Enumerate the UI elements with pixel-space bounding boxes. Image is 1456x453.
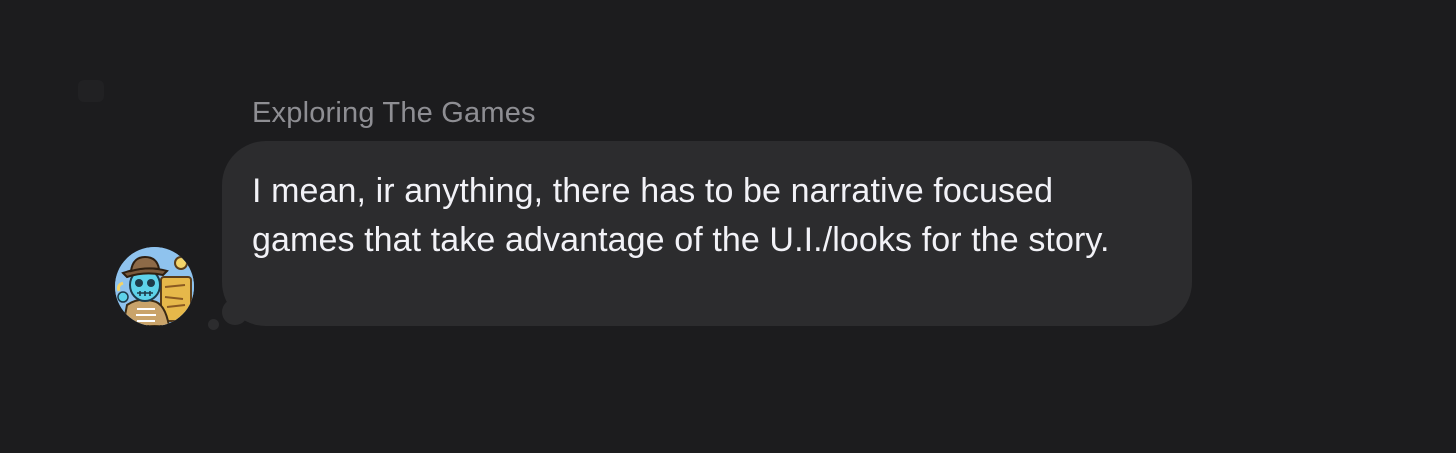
message-bubble[interactable]: I mean, ir anything, there has to be nar… [222, 141, 1192, 326]
conversation-view: Exploring The Games I mean, ir anything,… [0, 0, 1456, 453]
skeleton-explorer-avatar-icon [115, 247, 194, 326]
message-bubble-group: I mean, ir anything, there has to be nar… [200, 141, 1200, 341]
thought-bubble-tail-small [208, 319, 219, 330]
thought-bubble-tail-large [222, 299, 248, 325]
sender-avatar[interactable] [115, 247, 194, 326]
faint-background-mark [78, 80, 104, 102]
message-text: I mean, ir anything, there has to be nar… [252, 172, 1110, 259]
sender-name: Exploring The Games [252, 97, 536, 129]
